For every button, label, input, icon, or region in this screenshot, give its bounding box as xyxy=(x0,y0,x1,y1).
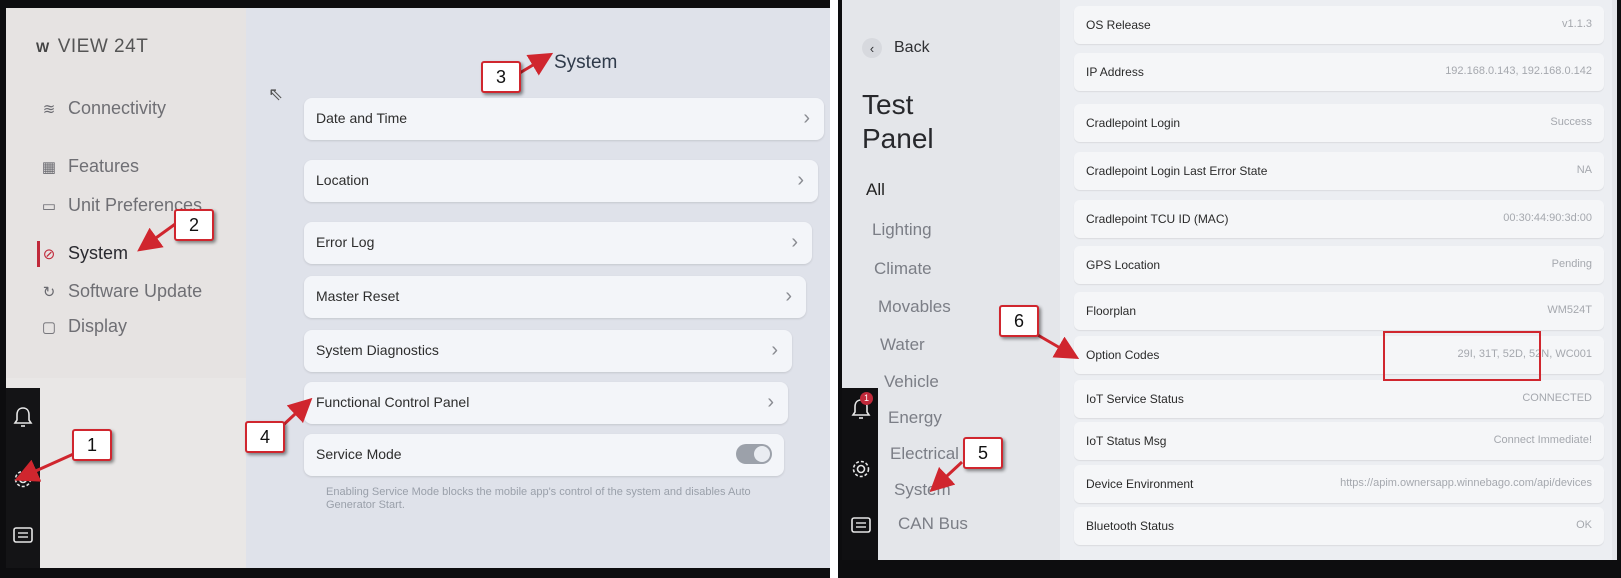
arrow-5 xyxy=(929,460,964,493)
annotation-badge-1: 1 xyxy=(72,429,112,461)
arrow-1 xyxy=(14,450,79,482)
annotation-badge-6: 6 xyxy=(999,305,1039,337)
annotation-badge-5: 5 xyxy=(963,437,1003,469)
annotation-badge-4: 4 xyxy=(245,421,285,453)
option-codes-highlight xyxy=(1383,331,1541,381)
arrow-2 xyxy=(137,220,179,252)
arrow-3 xyxy=(517,52,554,76)
arrow-6 xyxy=(1035,332,1080,360)
annotation-arrows xyxy=(14,52,1080,493)
annotation-badge-3: 3 xyxy=(481,61,521,93)
annotation-badge-2: 2 xyxy=(174,209,214,241)
